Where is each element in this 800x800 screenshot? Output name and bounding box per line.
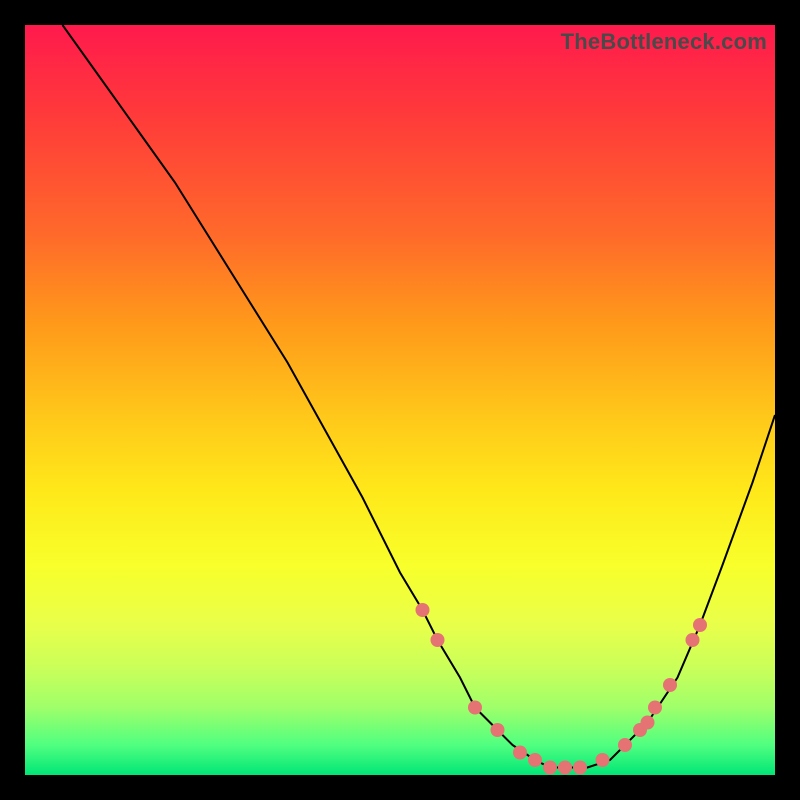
data-marker [416, 603, 430, 617]
data-marker [491, 723, 505, 737]
data-marker [693, 618, 707, 632]
data-marker [528, 753, 542, 767]
data-marker [618, 738, 632, 752]
curve-svg [25, 25, 775, 775]
data-marker [543, 761, 557, 775]
data-marker [558, 761, 572, 775]
data-marker [663, 678, 677, 692]
data-marker [468, 701, 482, 715]
curve-line [63, 25, 776, 768]
data-marker [686, 633, 700, 647]
data-marker [573, 761, 587, 775]
chart-container: TheBottleneck.com [0, 0, 800, 800]
plot-area: TheBottleneck.com [25, 25, 775, 775]
data-marker [431, 633, 445, 647]
data-marker [641, 716, 655, 730]
data-marker [648, 701, 662, 715]
data-marker [596, 753, 610, 767]
markers-group [416, 603, 708, 775]
data-marker [513, 746, 527, 760]
